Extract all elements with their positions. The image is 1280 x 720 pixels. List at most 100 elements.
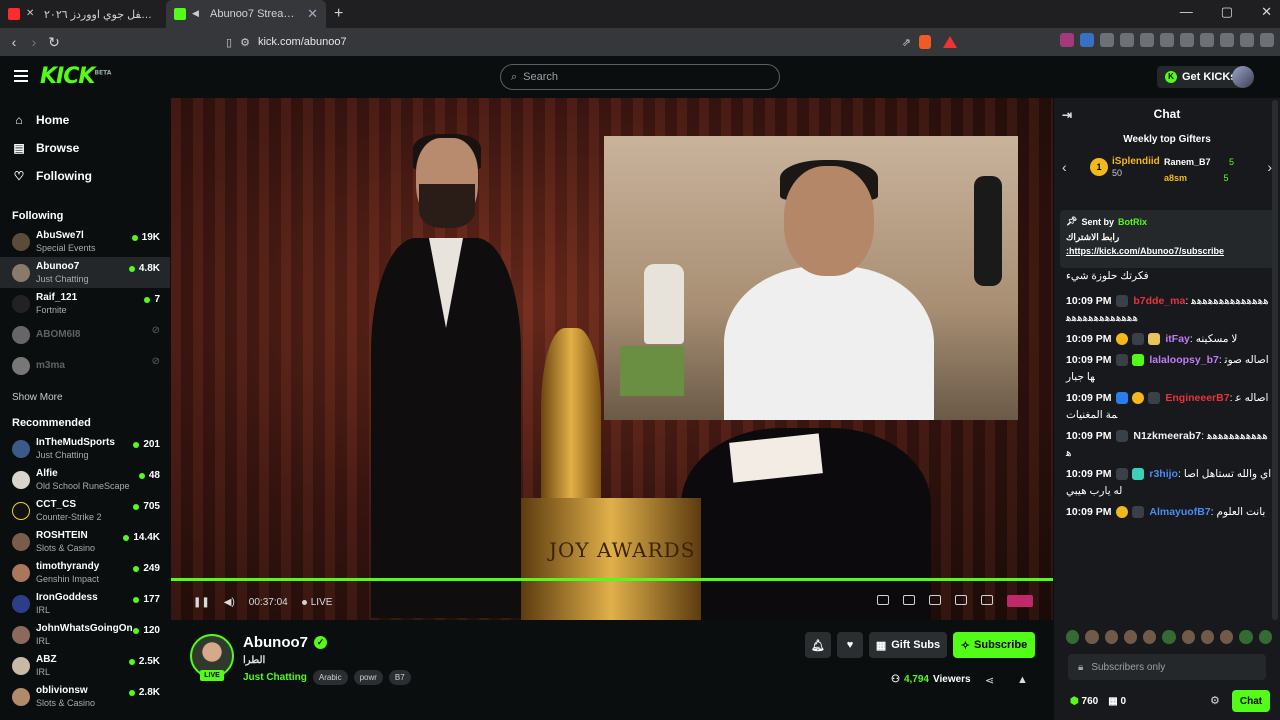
hamburger-menu-icon[interactable] bbox=[14, 70, 28, 85]
extension-icon[interactable] bbox=[1080, 33, 1094, 47]
share-icon[interactable]: ⋖ bbox=[985, 674, 994, 687]
maximize-icon[interactable]: ▢ bbox=[1221, 4, 1233, 20]
browser-tab[interactable]: ✕ البث المباشر لحفل جوي اووردز ٢٠٢٦ bbox=[0, 0, 166, 28]
stream-tag[interactable]: Arabic bbox=[312, 670, 348, 685]
show-more-button[interactable]: Show More bbox=[0, 387, 170, 409]
wallet-icon[interactable] bbox=[1200, 33, 1214, 47]
stream-tag[interactable]: B7 bbox=[388, 670, 411, 685]
emote-icon[interactable] bbox=[1123, 630, 1138, 644]
browser-tab-active[interactable]: ◀ Abunoo7 Stream - Watch Live ✕ bbox=[166, 0, 326, 28]
channel-item[interactable]: ABOM6I8 ⊘ bbox=[0, 319, 170, 350]
gifter-row[interactable]: a8sm 5 bbox=[1164, 170, 1234, 186]
kicks-balance[interactable]: ⬢ 760 bbox=[1070, 696, 1098, 707]
pinned-link[interactable]: :https://kick.com/Abunoo7/subscribe bbox=[1066, 246, 1268, 256]
gifter-row[interactable]: Ranem_B7 5 bbox=[1164, 154, 1234, 170]
points-balance[interactable]: ▦ 0 bbox=[1108, 696, 1126, 707]
chevron-left-icon[interactable]: ‹ bbox=[1062, 159, 1067, 175]
emote-icon[interactable] bbox=[1200, 630, 1215, 644]
gift-subs-button[interactable]: ▦ Gift Subs bbox=[869, 632, 947, 658]
pinned-message[interactable]: 📌︎ Sent by BotRix رابط الاشتراك :https:/… bbox=[1060, 210, 1274, 268]
close-tab-icon[interactable]: ✕ bbox=[307, 6, 318, 22]
report-icon[interactable]: ▲ bbox=[1017, 674, 1028, 686]
kick-logo[interactable]: KICKBETA bbox=[40, 64, 111, 89]
message-user[interactable]: itFay bbox=[1165, 333, 1190, 345]
pip-icon[interactable] bbox=[929, 595, 941, 605]
top-gifter[interactable]: 1 iSplendiid 50 bbox=[1090, 155, 1160, 178]
channel-item[interactable]: Abunoo7 Just Chatting 4.8K bbox=[0, 257, 170, 288]
channel-item[interactable]: timothyrandy Genshin Impact 249 bbox=[0, 557, 170, 588]
chat-settings-icon[interactable]: ⚙ bbox=[1210, 694, 1220, 707]
fullscreen-icon[interactable] bbox=[981, 595, 993, 605]
address-bar[interactable]: ▯ ⚙ kick.com/abunoo7 ⇗ bbox=[226, 30, 969, 54]
minimize-icon[interactable]: — bbox=[1180, 4, 1193, 20]
emote-icon[interactable] bbox=[1066, 630, 1080, 644]
sidebar-icon[interactable] bbox=[1180, 33, 1194, 47]
nav-home[interactable]: ⌂ Home bbox=[12, 106, 170, 134]
brave-shield-icon[interactable] bbox=[919, 35, 931, 49]
message-user[interactable]: r3hijo bbox=[1149, 468, 1178, 480]
page-scrollbar[interactable] bbox=[1272, 100, 1278, 620]
channel-item[interactable]: AbuSwe7l Special Events 19K bbox=[0, 226, 170, 257]
theater-mode-icon[interactable] bbox=[903, 595, 915, 605]
chat-send-button[interactable]: Chat bbox=[1232, 690, 1270, 712]
emote-icon[interactable] bbox=[1181, 630, 1195, 644]
emote-icon[interactable] bbox=[1143, 630, 1157, 644]
message-user[interactable]: N1zkmeerab7 bbox=[1133, 430, 1201, 442]
channel-item[interactable]: JohnWhatsGoingOn IRL 120 bbox=[0, 619, 170, 650]
brave-rewards-icon[interactable] bbox=[943, 36, 957, 48]
channel-item[interactable]: IronGoddess IRL 177 bbox=[0, 588, 170, 619]
progress-bar[interactable] bbox=[171, 578, 1053, 581]
nav-browse[interactable]: ▤ Browse bbox=[12, 134, 170, 162]
new-tab-button[interactable]: + bbox=[334, 5, 343, 23]
emote-icon[interactable] bbox=[1085, 630, 1099, 644]
extension-icon[interactable] bbox=[1100, 33, 1114, 47]
extension-badge-icon[interactable] bbox=[1007, 595, 1033, 607]
volume-icon[interactable]: ◀) bbox=[224, 597, 235, 608]
channel-item[interactable]: m3ma ⊘ bbox=[0, 350, 170, 381]
channel-item[interactable]: Alfie Old School RuneScape 48 bbox=[0, 464, 170, 495]
video-player[interactable]: JOY AWARDS ❚❚ ◀) 00:37:04 LIVE bbox=[171, 98, 1053, 620]
close-window-icon[interactable]: ✕ bbox=[1261, 4, 1272, 20]
reload-icon[interactable]: ↻ bbox=[44, 34, 64, 51]
site-info-icon[interactable]: ⚙ bbox=[240, 36, 250, 49]
audio-icon[interactable]: ◀ bbox=[192, 8, 204, 20]
chat-input-subscribers-only[interactable]: 🔒︎ Subscribers only bbox=[1068, 654, 1266, 680]
clip-icon[interactable] bbox=[877, 595, 889, 605]
share-page-icon[interactable]: ⇗ bbox=[902, 36, 911, 49]
forward-icon[interactable]: › bbox=[24, 34, 44, 50]
search-input[interactable]: ⌕ Search bbox=[500, 64, 780, 90]
menu-icon[interactable] bbox=[1260, 33, 1274, 47]
emote-icon[interactable] bbox=[1104, 630, 1118, 644]
message-user[interactable]: EngineeerB7 bbox=[1165, 392, 1229, 404]
follow-button[interactable]: ♥ bbox=[837, 632, 863, 658]
settings-icon[interactable] bbox=[955, 595, 967, 605]
emote-icon[interactable] bbox=[1258, 630, 1272, 644]
vpn-icon[interactable] bbox=[1240, 33, 1254, 47]
bookmark-icon[interactable]: ▯ bbox=[226, 36, 232, 49]
extension-icon[interactable] bbox=[1060, 33, 1074, 47]
pause-icon[interactable]: ❚❚ bbox=[193, 597, 210, 608]
music-icon[interactable] bbox=[1160, 33, 1174, 47]
channel-item[interactable]: InTheMudSports Just Chatting 201 bbox=[0, 433, 170, 464]
message-user[interactable]: lalaloopsy_b7 bbox=[1149, 354, 1218, 366]
user-avatar[interactable] bbox=[1232, 66, 1254, 88]
nav-following[interactable]: ♡ Following bbox=[12, 162, 170, 190]
message-user[interactable]: b7dde_ma bbox=[1133, 295, 1185, 307]
emote-icon[interactable] bbox=[1239, 630, 1253, 644]
stream-tag[interactable]: powr bbox=[353, 670, 383, 685]
extension-icon[interactable] bbox=[1140, 33, 1154, 47]
channel-item[interactable]: Raif_121 Fortnite 7 bbox=[0, 288, 170, 319]
notification-bell-button[interactable]: 🔔︎ bbox=[805, 632, 831, 658]
extension-icon[interactable] bbox=[1120, 33, 1134, 47]
emote-icon[interactable] bbox=[1162, 630, 1176, 644]
subscribe-button[interactable]: ✧ Subscribe bbox=[953, 632, 1035, 658]
channel-item[interactable]: ABZ IRL 2.5K bbox=[0, 650, 170, 681]
channel-item[interactable]: ROSHTEIN Slots & Casino 14.4K bbox=[0, 526, 170, 557]
stream-category[interactable]: Just Chatting bbox=[243, 672, 307, 683]
message-user[interactable]: AlmayuofB7 bbox=[1149, 506, 1210, 518]
streamer-name[interactable]: Abunoo7 bbox=[243, 634, 308, 651]
mute-icon[interactable]: ✕ bbox=[26, 8, 38, 20]
channel-item[interactable]: oblivionsw Slots & Casino 2.8K bbox=[0, 681, 170, 712]
emote-icon[interactable] bbox=[1220, 630, 1234, 644]
leo-icon[interactable] bbox=[1220, 33, 1234, 47]
